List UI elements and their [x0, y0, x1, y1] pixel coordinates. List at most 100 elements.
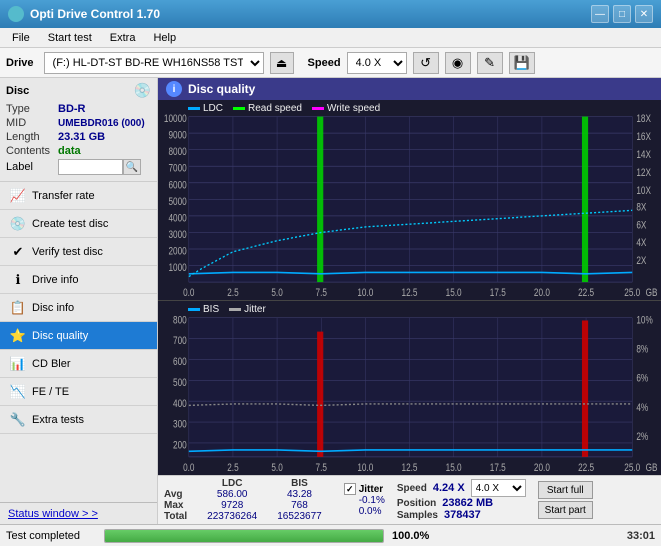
- ldc-legend-color: [188, 107, 200, 110]
- svg-text:10000: 10000: [164, 113, 187, 125]
- menu-start-test[interactable]: Start test: [40, 31, 100, 45]
- disc-quality-icon: ⭐: [10, 328, 26, 344]
- sidebar-item-disc-info[interactable]: 📋 Disc info: [0, 294, 157, 322]
- speed-info: Speed 4.24 X 4.0 X Max 2.0 X Position 23…: [397, 479, 526, 521]
- svg-text:0.0: 0.0: [183, 462, 195, 475]
- drive-info-icon: ℹ: [10, 272, 26, 288]
- bis-header: BIS: [267, 478, 332, 489]
- length-value: 23.31 GB: [58, 131, 105, 143]
- jitter-checkbox[interactable]: ✓: [344, 483, 356, 495]
- position-row: Position 23862 MB: [397, 497, 526, 509]
- start-part-button[interactable]: Start part: [538, 501, 593, 519]
- legend-bis-label: BIS: [203, 304, 219, 315]
- svg-text:22.5: 22.5: [578, 462, 594, 475]
- sidebar-item-create-test-disc[interactable]: 💿 Create test disc: [0, 210, 157, 238]
- length-label: Length: [6, 131, 58, 143]
- svg-text:5.0: 5.0: [271, 462, 283, 475]
- svg-text:GB: GB: [646, 287, 658, 299]
- samples-label: Samples: [397, 510, 438, 521]
- svg-text:300: 300: [173, 419, 187, 432]
- svg-text:10.0: 10.0: [357, 462, 373, 475]
- save-icon: 💾: [513, 55, 529, 71]
- speed-stats-dropdown[interactable]: 4.0 X Max 2.0 X: [471, 479, 526, 497]
- transfer-rate-icon: 📈: [10, 188, 26, 204]
- disc-button[interactable]: ◉: [445, 52, 471, 74]
- progress-percent: 100.0%: [392, 530, 429, 542]
- app-icon: [8, 6, 24, 22]
- speed-select[interactable]: 4.0 X Max 1.0 X 2.0 X 6.0 X 8.0 X: [347, 52, 407, 74]
- status-window-link[interactable]: Status window > >: [0, 502, 157, 524]
- top-chart-legend: LDC Read speed Write speed: [188, 103, 380, 114]
- sidebar-item-drive-info[interactable]: ℹ Drive info: [0, 266, 157, 294]
- nav-label-fe-te: FE / TE: [32, 386, 69, 398]
- bis-avg: 43.28: [267, 489, 332, 500]
- nav-label-verify-test-disc: Verify test disc: [32, 246, 103, 258]
- sidebar-item-disc-quality[interactable]: ⭐ Disc quality: [0, 322, 157, 350]
- svg-text:400: 400: [173, 398, 187, 411]
- sidebar-item-extra-tests[interactable]: 🔧 Extra tests: [0, 406, 157, 434]
- create-test-disc-icon: 💿: [10, 216, 26, 232]
- contents-value: data: [58, 145, 81, 157]
- sidebar-item-cd-bler[interactable]: 📊 CD Bler: [0, 350, 157, 378]
- cd-bler-icon: 📊: [10, 356, 26, 372]
- disc-contents-row: Contents data: [6, 145, 151, 157]
- mid-value: UMEBDR016 (000): [58, 118, 145, 129]
- legend-read-speed: Read speed: [233, 103, 302, 114]
- position-value: 23862 MB: [442, 497, 493, 509]
- sidebar-item-fe-te[interactable]: 📉 FE / TE: [0, 378, 157, 406]
- menu-help[interactable]: Help: [145, 31, 184, 45]
- svg-text:10X: 10X: [636, 185, 651, 197]
- start-full-button[interactable]: Start full: [538, 481, 593, 499]
- empty-col: [164, 478, 197, 489]
- svg-text:25.0: 25.0: [624, 287, 640, 299]
- total-label: Total: [164, 511, 197, 522]
- sidebar-item-verify-test-disc[interactable]: ✔ Verify test disc: [0, 238, 157, 266]
- svg-text:14X: 14X: [636, 149, 651, 161]
- svg-text:12.5: 12.5: [402, 287, 418, 299]
- svg-text:GB: GB: [646, 462, 658, 475]
- svg-text:10.0: 10.0: [357, 287, 373, 299]
- drive-select[interactable]: (F:) HL-DT-ST BD-RE WH16NS58 TST4: [44, 52, 264, 74]
- nav-label-create-test-disc: Create test disc: [32, 218, 108, 230]
- save-button[interactable]: 💾: [509, 52, 535, 74]
- legend-jitter-label: Jitter: [244, 304, 266, 315]
- sidebar-item-transfer-rate[interactable]: 📈 Transfer rate: [0, 182, 157, 210]
- disc-quality-header: i Disc quality: [158, 78, 661, 100]
- svg-text:500: 500: [173, 377, 187, 390]
- write-button[interactable]: ✎: [477, 52, 503, 74]
- menu-extra[interactable]: Extra: [102, 31, 144, 45]
- menu-file[interactable]: File: [4, 31, 38, 45]
- app-title: Opti Drive Control 1.70: [30, 7, 160, 21]
- type-value: BD-R: [58, 103, 86, 115]
- svg-text:5.0: 5.0: [271, 287, 283, 299]
- bis-legend-color: [188, 308, 200, 311]
- nav-label-extra-tests: Extra tests: [32, 414, 84, 426]
- svg-text:600: 600: [173, 356, 187, 369]
- svg-text:20.0: 20.0: [534, 287, 550, 299]
- content-area: i Disc quality LDC Read speed: [158, 78, 661, 524]
- refresh-button[interactable]: ↺: [413, 52, 439, 74]
- read-speed-legend-color: [233, 107, 245, 110]
- svg-text:20.0: 20.0: [534, 462, 550, 475]
- nav-items: 📈 Transfer rate 💿 Create test disc ✔ Ver…: [0, 182, 157, 502]
- legend-bis: BIS: [188, 304, 219, 315]
- eject-button[interactable]: ⏏: [270, 52, 294, 74]
- jitter-label-text: Jitter: [359, 484, 383, 495]
- legend-ldc-label: LDC: [203, 103, 223, 114]
- svg-text:12X: 12X: [636, 167, 651, 179]
- label-search-button[interactable]: 🔍: [123, 159, 141, 175]
- main-layout: Disc 💿 Type BD-R MID UMEBDR016 (000) Len…: [0, 78, 661, 524]
- fe-te-icon: 📉: [10, 384, 26, 400]
- stats-table: LDC BIS Avg 586.00 43.28 Max 9728 768: [164, 478, 332, 522]
- maximize-button[interactable]: □: [613, 5, 631, 23]
- svg-text:15.0: 15.0: [446, 287, 462, 299]
- minimize-button[interactable]: —: [591, 5, 609, 23]
- jitter-label-row: ✓ Jitter: [344, 483, 385, 495]
- window-controls[interactable]: — □ ✕: [591, 5, 653, 23]
- bottom-chart-legend: BIS Jitter: [188, 304, 266, 315]
- write-icon: ✎: [484, 55, 495, 71]
- test-completed-label: Test completed: [6, 530, 96, 542]
- svg-text:5000: 5000: [168, 196, 187, 208]
- close-button[interactable]: ✕: [635, 5, 653, 23]
- label-input[interactable]: [58, 159, 123, 175]
